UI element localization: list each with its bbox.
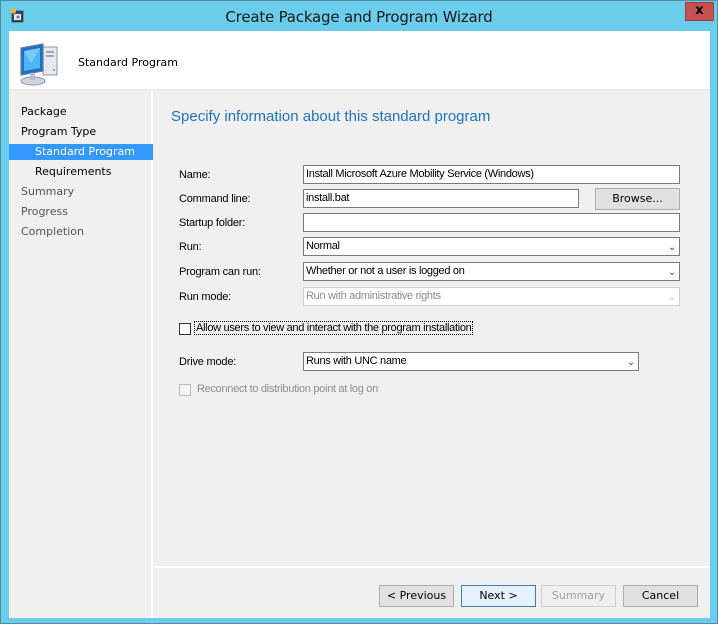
command-line-input[interactable]: install.bat bbox=[303, 189, 579, 208]
wizard-content: Specify information about this standard … bbox=[155, 91, 710, 566]
wizard-footer: < Previous Next > Summary Cancel bbox=[155, 568, 710, 618]
title-bar: Create Package and Program Wizard x bbox=[1, 1, 717, 31]
allow-interact-checkbox[interactable] bbox=[179, 323, 191, 335]
nav-item-program-type[interactable]: Program Type bbox=[9, 124, 153, 140]
run-label: Run: bbox=[179, 241, 202, 253]
drive-mode-select[interactable]: Runs with UNC name ⌄ bbox=[303, 352, 639, 371]
reconnect-checkbox bbox=[179, 384, 191, 396]
wizard-window: Create Package and Program Wizard x Stan… bbox=[0, 0, 718, 624]
run-mode-select: Run with administrative rights ⌄ bbox=[303, 287, 680, 306]
program-can-run-value: Whether or not a user is logged on bbox=[306, 265, 465, 277]
summary-button: Summary bbox=[541, 585, 616, 607]
close-button[interactable]: x bbox=[685, 2, 714, 21]
nav-item-standard-program[interactable]: Standard Program bbox=[9, 144, 153, 160]
nav-item-completion[interactable]: Completion bbox=[9, 224, 153, 240]
nav-item-summary[interactable]: Summary bbox=[9, 184, 153, 200]
close-icon: x bbox=[695, 3, 704, 18]
name-label: Name: bbox=[179, 169, 211, 181]
run-mode-value: Run with administrative rights bbox=[306, 290, 441, 302]
browse-button[interactable]: Browse... bbox=[595, 188, 680, 210]
program-can-run-label: Program can run: bbox=[179, 266, 261, 278]
allow-interact-label[interactable]: Allow users to view and interact with th… bbox=[193, 321, 474, 335]
nav-item-package[interactable]: Package bbox=[9, 104, 153, 120]
chevron-down-icon: ⌄ bbox=[626, 357, 635, 368]
window-title: Create Package and Program Wizard bbox=[225, 8, 493, 26]
previous-button[interactable]: < Previous bbox=[379, 585, 454, 607]
cancel-button[interactable]: Cancel bbox=[623, 585, 698, 607]
wizard-steps-nav: Package Program Type Standard Program Re… bbox=[9, 91, 153, 618]
computer-icon bbox=[17, 39, 65, 87]
wizard-header: Standard Program bbox=[9, 31, 710, 90]
run-mode-label: Run mode: bbox=[179, 291, 232, 303]
next-button[interactable]: Next > bbox=[461, 585, 536, 607]
program-can-run-select[interactable]: Whether or not a user is logged on ⌄ bbox=[303, 262, 680, 281]
run-select[interactable]: Normal ⌄ bbox=[303, 237, 680, 256]
startup-folder-label: Startup folder: bbox=[179, 217, 246, 229]
wizard-client: Standard Program Package Program Type St… bbox=[9, 31, 710, 618]
nav-item-requirements[interactable]: Requirements bbox=[9, 164, 153, 180]
nav-item-progress[interactable]: Progress bbox=[9, 204, 153, 220]
name-input[interactable]: Install Microsoft Azure Mobility Service… bbox=[303, 165, 680, 184]
startup-folder-input[interactable] bbox=[303, 213, 680, 232]
reconnect-label: Reconnect to distribution point at log o… bbox=[197, 383, 378, 395]
command-line-label: Command line: bbox=[179, 193, 251, 205]
run-select-value: Normal bbox=[306, 240, 340, 252]
chevron-down-icon: ⌄ bbox=[667, 242, 676, 253]
chevron-down-icon: ⌄ bbox=[667, 267, 676, 278]
header-title: Standard Program bbox=[78, 56, 178, 69]
chevron-down-icon: ⌄ bbox=[667, 292, 676, 303]
drive-mode-label: Drive mode: bbox=[179, 356, 237, 368]
page-heading: Specify information about this standard … bbox=[171, 108, 491, 125]
drive-mode-value: Runs with UNC name bbox=[306, 355, 407, 367]
